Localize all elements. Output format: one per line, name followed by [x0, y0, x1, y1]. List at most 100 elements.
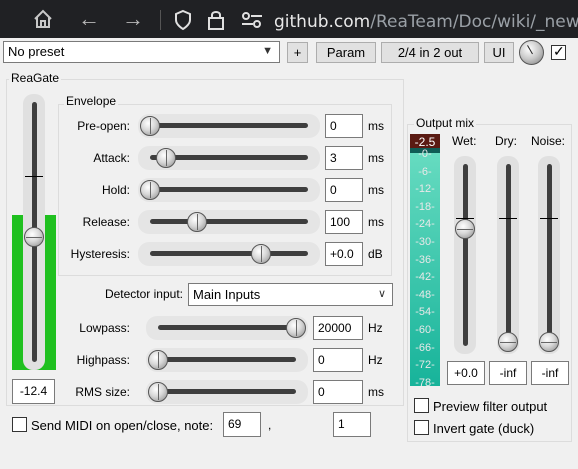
wet-knob-icon[interactable]: [519, 40, 544, 65]
preset-dropdown[interactable]: No preset ▼: [3, 41, 280, 63]
meter-scale-label: -72-: [415, 359, 435, 372]
midi-channel-field[interactable]: 1: [333, 412, 371, 437]
hysteresis-value-field[interactable]: +0.0: [325, 242, 363, 266]
wet-slider-knob[interactable]: [455, 218, 475, 239]
hold-unit: ms: [368, 183, 384, 197]
reagate-label: ReaGate: [9, 71, 62, 85]
lowpass-slider[interactable]: [146, 316, 308, 340]
hold-value-field[interactable]: 0: [325, 178, 363, 202]
meter-scale-label: -30-: [415, 236, 435, 248]
url-text[interactable]: github.com/ReaTeam/Doc/wiki/_new: [274, 12, 578, 32]
pre-open-slider-knob[interactable]: [140, 116, 160, 136]
highpass-value-field[interactable]: 0: [313, 348, 363, 372]
highpass-slider[interactable]: [146, 348, 308, 372]
param-button[interactable]: Param: [316, 42, 376, 63]
site-settings-icon[interactable]: [240, 10, 264, 33]
threshold-slider-knob[interactable]: [24, 227, 44, 247]
chevron-down-icon: ▼: [262, 45, 273, 57]
send-midi-checkbox[interactable]: [12, 417, 27, 432]
noise-slider[interactable]: [538, 156, 560, 354]
meter-scale-label: -60-: [415, 324, 435, 336]
attack-label: Attack:: [93, 151, 130, 165]
hysteresis-label: Hysteresis:: [70, 247, 130, 261]
dry-slider[interactable]: [497, 156, 519, 354]
meter-peak-readout: -2.5: [414, 135, 436, 149]
lowpass-slider-knob[interactable]: [286, 318, 306, 338]
midi-note-field[interactable]: 69: [223, 412, 261, 437]
rms-size-slider-knob[interactable]: [148, 382, 168, 402]
dry-slider-knob[interactable]: [498, 332, 518, 352]
meter-scale-label: -42-: [415, 271, 435, 284]
detector-input-label: Detector input:: [104, 287, 183, 301]
noise-slider-knob[interactable]: [539, 332, 559, 352]
midi-separator: ,: [268, 418, 272, 432]
attack-slider-knob[interactable]: [155, 148, 176, 168]
rms-size-value-field[interactable]: 0: [313, 380, 363, 404]
noise-value-field[interactable]: -inf: [531, 361, 569, 385]
meter-scale-label: -18-: [415, 200, 435, 213]
release-unit: ms: [368, 215, 384, 229]
invert-gate-label: Invert gate (duck): [433, 421, 535, 436]
highpass-unit: Hz: [368, 353, 383, 367]
lock-icon[interactable]: [207, 9, 225, 34]
hold-label: Hold:: [101, 183, 130, 197]
url-domain: github.com: [274, 12, 371, 32]
forward-arrow-icon[interactable]: →: [122, 6, 144, 32]
meter-scale-label: -6-: [418, 165, 432, 178]
highpass-label: Highpass:: [76, 353, 130, 367]
browser-toolbar: ← → github.com/ReaTeam/Doc/wiki/_new: [0, 0, 578, 38]
threshold-slider[interactable]: [23, 94, 45, 370]
noise-label: Noise:: [531, 134, 566, 148]
release-value-field[interactable]: 100: [325, 210, 363, 234]
toolbar-divider: [160, 10, 161, 30]
invert-gate-checkbox[interactable]: [414, 420, 429, 435]
rms-size-label: RMS size:: [75, 385, 130, 399]
add-preset-button[interactable]: +: [287, 42, 308, 63]
url-path: /ReaTeam/Doc/wiki/_new: [370, 12, 578, 32]
detector-input-dropdown[interactable]: Main Inputs ∨: [188, 283, 393, 306]
attack-value-field[interactable]: 3: [325, 146, 363, 170]
send-midi-label: Send MIDI on open/close, note:: [31, 418, 214, 433]
hold-slider-knob[interactable]: [140, 180, 160, 200]
meter-scale-label: -66-: [415, 341, 435, 354]
lowpass-label: Lowpass:: [79, 321, 130, 335]
meter-scale-label: -24-: [415, 218, 435, 231]
highpass-slider-knob[interactable]: [148, 350, 168, 370]
meter-scale-label: -78-: [415, 376, 435, 386]
output-mix-label: Output mix: [414, 116, 477, 130]
envelope-label: Envelope: [64, 94, 119, 108]
pre-open-value-field[interactable]: 0: [325, 114, 363, 138]
rms-size-slider[interactable]: [146, 380, 308, 404]
pre-open-unit: ms: [368, 119, 384, 133]
dry-value-field[interactable]: -inf: [489, 361, 527, 385]
release-slider-knob[interactable]: [187, 212, 208, 232]
pre-open-label: Pre-open:: [77, 119, 130, 133]
release-slider[interactable]: [138, 210, 320, 234]
lowpass-value-field[interactable]: 20000: [313, 316, 363, 340]
release-label: Release:: [82, 215, 130, 229]
wet-value-field[interactable]: +0.0: [447, 361, 485, 385]
hysteresis-slider-knob[interactable]: [250, 244, 271, 264]
hold-slider[interactable]: [138, 178, 320, 202]
lowpass-unit: Hz: [368, 321, 383, 335]
back-arrow-icon[interactable]: ←: [78, 6, 100, 32]
rms-size-unit: ms: [368, 385, 384, 399]
preview-filter-label: Preview filter output: [433, 399, 548, 414]
preview-filter-checkbox[interactable]: [414, 398, 429, 413]
shield-icon[interactable]: [173, 9, 193, 34]
meter-scale-label: -48-: [415, 288, 435, 301]
hysteresis-slider[interactable]: [138, 242, 320, 266]
io-routing-button[interactable]: 2/4 in 2 out: [381, 42, 479, 63]
threshold-value-field[interactable]: -12.4: [12, 379, 55, 404]
home-icon[interactable]: [32, 8, 54, 36]
attack-unit: ms: [368, 151, 384, 165]
ui-button[interactable]: UI: [484, 42, 514, 63]
output-level-meter: -2.5 -0- -6- -12- -18- -24- -30- -36- -42- -48- -…: [410, 134, 440, 386]
meter-scale-label: -0-: [418, 148, 432, 160]
attack-slider[interactable]: [138, 146, 320, 170]
wet-slider[interactable]: [454, 156, 476, 354]
bypass-checkbox[interactable]: [551, 43, 566, 60]
hysteresis-unit: dB: [368, 247, 383, 261]
wet-label: Wet:: [452, 134, 477, 148]
pre-open-slider[interactable]: [138, 114, 320, 138]
